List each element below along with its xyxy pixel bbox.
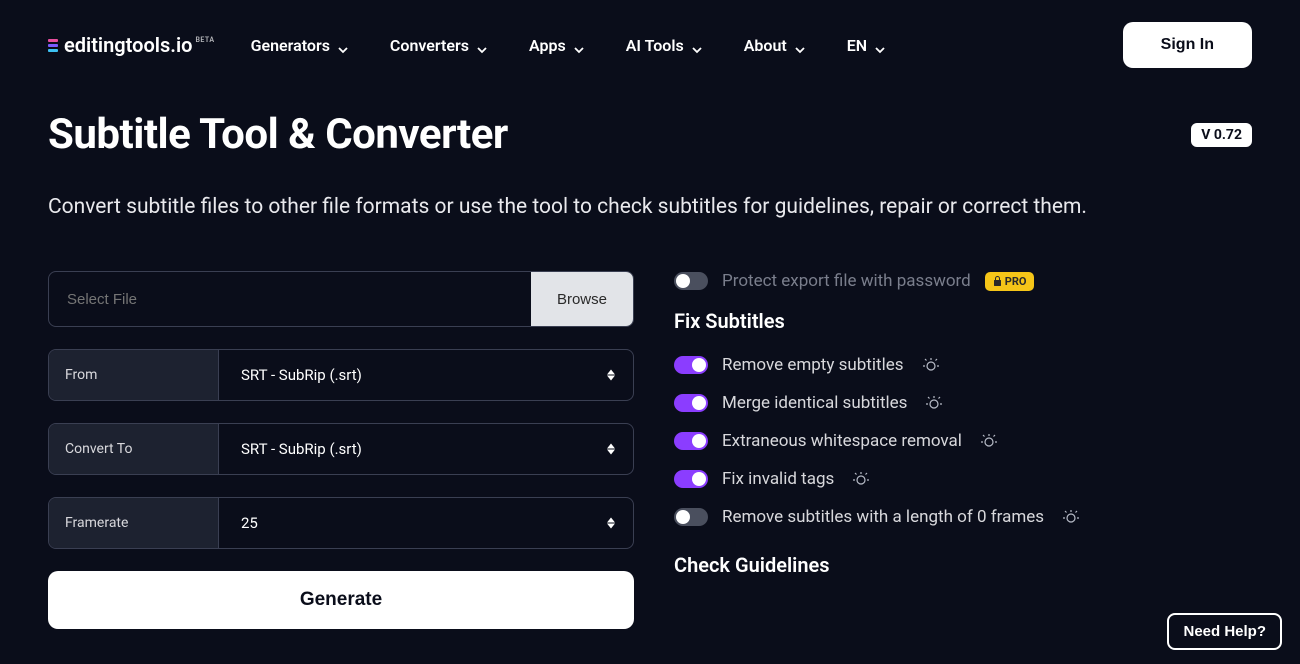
from-label: From — [49, 350, 219, 400]
chevron-down-icon — [338, 40, 348, 50]
fix-row-1: Merge identical subtitles — [674, 393, 1252, 413]
nav-language[interactable]: EN — [847, 36, 885, 55]
beta-badge: BETA — [195, 36, 214, 44]
protect-label: Protect export file with password — [722, 271, 971, 291]
protect-toggle[interactable] — [674, 272, 708, 290]
sort-icon — [607, 370, 615, 381]
file-picker: Browse — [48, 271, 634, 327]
chevron-down-icon — [692, 40, 702, 50]
chevron-down-icon — [875, 40, 885, 50]
nav-generators[interactable]: Generators — [251, 36, 348, 55]
nav-apps[interactable]: Apps — [529, 36, 584, 55]
need-help-button[interactable]: Need Help? — [1167, 613, 1282, 650]
convert-to-field: Convert To SRT - SubRip (.srt) — [48, 423, 634, 475]
header: editingtools.io BETA Generators Converte… — [0, 0, 1300, 90]
bulb-icon — [980, 432, 998, 450]
fix-toggle-3[interactable] — [674, 470, 708, 488]
chevron-down-icon — [477, 40, 487, 50]
convert-to-select[interactable]: SRT - SubRip (.srt) — [219, 424, 633, 474]
protect-row: Protect export file with password PRO — [674, 271, 1252, 291]
bulb-icon — [922, 356, 940, 374]
fix-toggle-4[interactable] — [674, 508, 708, 526]
page-subtitle: Convert subtitle files to other file for… — [48, 195, 1252, 219]
nav: Generators Converters Apps AI Tools Abou… — [251, 36, 886, 55]
lock-icon — [993, 276, 1002, 286]
nav-about[interactable]: About — [744, 36, 805, 55]
chevron-down-icon — [574, 40, 584, 50]
framerate-label: Framerate — [49, 498, 219, 548]
logo-icon — [48, 39, 58, 52]
framerate-field: Framerate 25 — [48, 497, 634, 549]
fix-row-2: Extraneous whitespace removal — [674, 431, 1252, 451]
signin-button[interactable]: Sign In — [1123, 22, 1252, 68]
from-select[interactable]: SRT - SubRip (.srt) — [219, 350, 633, 400]
file-input[interactable] — [49, 272, 531, 326]
page-title: Subtitle Tool & Converter — [48, 110, 508, 159]
bulb-icon — [1062, 508, 1080, 526]
from-field: From SRT - SubRip (.srt) — [48, 349, 634, 401]
check-title: Check Guidelines — [674, 553, 1252, 577]
fix-row-3: Fix invalid tags — [674, 469, 1252, 489]
fix-row-0: Remove empty subtitles — [674, 355, 1252, 375]
version-badge: V 0.72 — [1191, 123, 1252, 147]
bulb-icon — [852, 470, 870, 488]
fix-row-4: Remove subtitles with a length of 0 fram… — [674, 507, 1252, 527]
browse-button[interactable]: Browse — [531, 272, 633, 326]
fix-toggle-2[interactable] — [674, 432, 708, 450]
pro-badge: PRO — [985, 272, 1035, 291]
generate-button[interactable]: Generate — [48, 571, 634, 629]
convert-to-label: Convert To — [49, 424, 219, 474]
nav-converters[interactable]: Converters — [390, 36, 487, 55]
fix-toggle-1[interactable] — [674, 394, 708, 412]
logo-text: editingtools.io — [64, 33, 192, 57]
framerate-select[interactable]: 25 — [219, 498, 633, 548]
fix-title: Fix Subtitles — [674, 309, 1252, 333]
fix-toggle-0[interactable] — [674, 356, 708, 374]
bulb-icon — [925, 394, 943, 412]
logo[interactable]: editingtools.io BETA — [48, 33, 215, 57]
chevron-down-icon — [795, 40, 805, 50]
nav-ai-tools[interactable]: AI Tools — [626, 36, 702, 55]
sort-icon — [607, 518, 615, 529]
sort-icon — [607, 444, 615, 455]
